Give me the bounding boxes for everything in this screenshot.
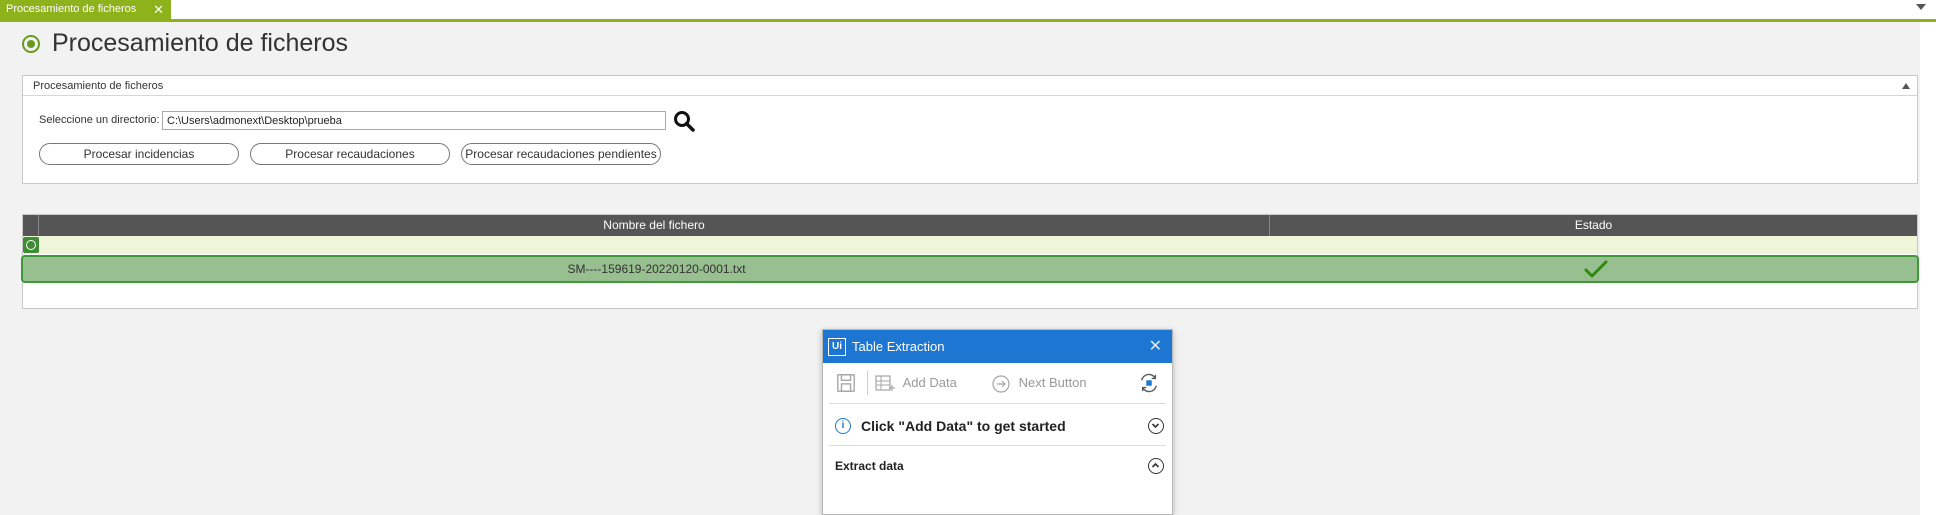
next-arrow-icon <box>992 374 1010 393</box>
checkmark-icon <box>1584 260 1607 278</box>
next-button-label: Next Button <box>1018 375 1087 390</box>
filter-row <box>23 236 1917 254</box>
table-row[interactable]: SM----159619-20220120-0001.txt <box>21 255 1919 283</box>
files-grid: Nombre del fichero Estado SM----159619-2… <box>21 214 1919 309</box>
panel-title: Procesamiento de ficheros <box>23 76 1917 96</box>
tab-close-icon[interactable]: ✕ <box>153 0 164 19</box>
dialog-divider <box>829 403 1166 404</box>
collapse-chevron-up-icon[interactable] <box>1148 458 1164 474</box>
tab-procesamiento[interactable]: Procesamiento de ficheros ✕ <box>0 0 171 19</box>
processing-panel: Procesamiento de ficheros Seleccione un … <box>22 75 1918 184</box>
directory-input[interactable] <box>162 111 666 130</box>
filter-icon[interactable] <box>23 237 39 253</box>
refresh-icon[interactable] <box>1137 373 1161 393</box>
dialog-title: Table Extraction <box>852 339 945 354</box>
extract-data-heading: Extract data <box>835 459 904 473</box>
column-header-estado[interactable]: Estado <box>1270 215 1917 236</box>
radio-target-icon <box>22 35 40 53</box>
cell-file-name: SM----159619-20220120-0001.txt <box>567 262 746 276</box>
panel-collapse-icon[interactable] <box>1902 83 1910 89</box>
procesar-incidencias-button[interactable]: Procesar incidencias <box>39 143 239 165</box>
tab-menu-chevron-icon[interactable] <box>1916 4 1926 10</box>
uipath-logo-icon: Ui <box>828 338 846 356</box>
table-extraction-dialog: Ui Table Extraction ✕ Add Data Next Butt… <box>822 329 1173 515</box>
hint-text: Click "Add Data" to get started <box>861 418 1066 434</box>
grid-header: Nombre del fichero Estado <box>23 215 1917 236</box>
directory-label: Seleccione un directorio: <box>39 114 160 126</box>
procesar-recaudaciones-button[interactable]: Procesar recaudaciones <box>250 143 450 165</box>
page-title: Procesamiento de ficheros <box>52 29 348 57</box>
toolbar-separator <box>867 371 868 395</box>
expand-chevron-down-icon[interactable] <box>1148 418 1164 434</box>
dialog-close-icon[interactable]: ✕ <box>1149 330 1162 363</box>
grid-header-selector <box>23 215 39 236</box>
dialog-titlebar[interactable]: Ui Table Extraction ✕ <box>823 330 1172 363</box>
column-header-nombre[interactable]: Nombre del fichero <box>39 215 1270 236</box>
add-data-icon <box>875 374 895 391</box>
next-button-button[interactable]: Next Button <box>991 373 1087 393</box>
dialog-divider <box>829 445 1166 446</box>
procesar-pendientes-button[interactable]: Procesar recaudaciones pendientes <box>461 143 661 165</box>
save-icon[interactable] <box>835 373 857 393</box>
search-icon[interactable] <box>673 110 695 132</box>
tab-label: Procesamiento de ficheros <box>6 3 137 15</box>
cell-estado <box>1272 257 1919 281</box>
dialog-toolbar: Add Data Next Button <box>823 363 1172 403</box>
add-data-label: Add Data <box>902 375 957 390</box>
info-icon: i <box>835 418 851 434</box>
tab-bar: Procesamiento de ficheros ✕ <box>0 0 1936 22</box>
add-data-button[interactable]: Add Data <box>875 373 957 393</box>
page-header: Procesamiento de ficheros <box>0 22 1920 64</box>
